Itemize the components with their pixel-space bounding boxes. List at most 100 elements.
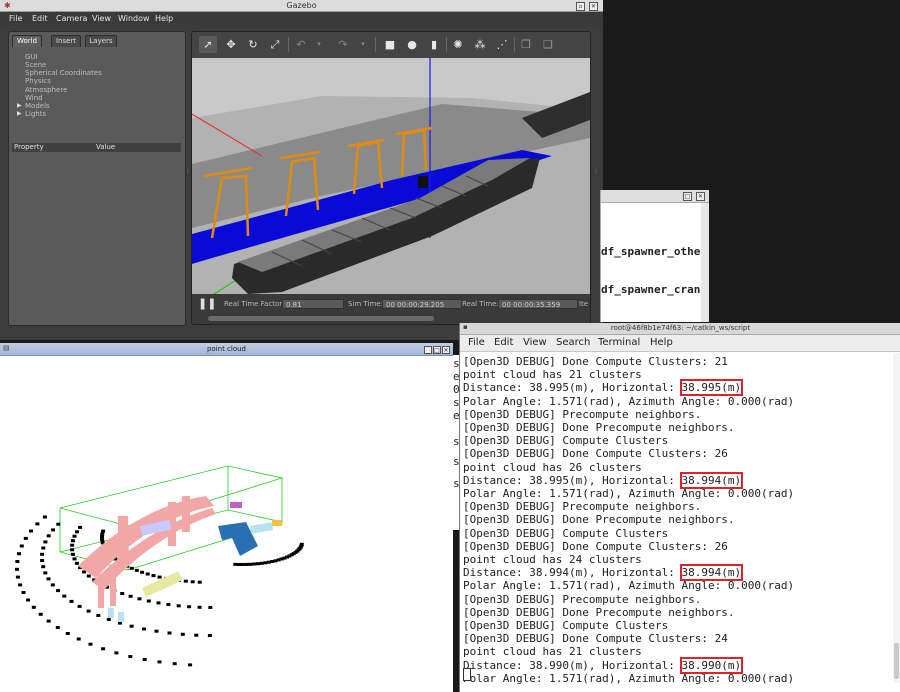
- simulation-scene[interactable]: [192, 58, 590, 294]
- tree-item-spherical-coordinates[interactable]: Spherical Coordinates: [25, 69, 102, 77]
- terminal-line-text: Distance: 38.995(m), Horizontal:: [463, 473, 682, 487]
- tab-world[interactable]: World: [12, 35, 42, 47]
- box-shape-icon[interactable]: ■: [381, 36, 399, 53]
- terminal-line: point cloud has 26 clusters: [463, 461, 642, 474]
- undo-dropdown-icon[interactable]: ▾: [310, 36, 328, 53]
- menu-view[interactable]: View: [523, 335, 547, 351]
- tab-layers[interactable]: Layers: [85, 35, 117, 47]
- menu-help[interactable]: Help: [155, 12, 173, 26]
- spot-light-icon[interactable]: ⁂: [471, 36, 489, 53]
- editor-scrollbar[interactable]: [701, 203, 709, 322]
- lidar-point: [252, 562, 257, 566]
- translate-mode-icon[interactable]: ✥: [222, 36, 240, 53]
- terminal-line: [Open3D DEBUG] Precompute neighbors.: [463, 593, 701, 606]
- real-time-label: Real Time:: [462, 300, 499, 308]
- purple-cluster: [230, 502, 242, 508]
- lidar-point: [263, 561, 268, 565]
- paste-icon[interactable]: ❏: [539, 36, 557, 53]
- terminal-window: ▪ root@46f8b1e74f63: ~/catkin_ws/script …: [459, 323, 900, 692]
- lidar-point: [96, 614, 101, 617]
- viewport-scrollbar[interactable]: [208, 316, 434, 321]
- terminal-line-text: Polar Angle: 1.571(rad), Azimuth Angle: …: [463, 671, 795, 685]
- directional-light-icon[interactable]: ⋰: [493, 36, 511, 53]
- lidar-point: [256, 562, 261, 566]
- lidar-point: [17, 552, 21, 556]
- menu-file[interactable]: File: [468, 335, 485, 351]
- redo-icon[interactable]: ↷: [334, 36, 352, 53]
- sphere-shape-icon[interactable]: ●: [403, 36, 421, 53]
- redo-dropdown-icon[interactable]: ▾: [354, 36, 372, 53]
- editor-close-button[interactable]: ✕: [696, 192, 705, 201]
- close-button[interactable]: ✕: [589, 2, 598, 11]
- menu-camera[interactable]: Camera: [56, 12, 87, 26]
- terminal-title-bar[interactable]: ▪ root@46f8b1e74f63: ~/catkin_ws/script: [460, 323, 900, 335]
- tree-item-wind[interactable]: Wind: [25, 94, 43, 102]
- tab-insert[interactable]: Insert: [51, 35, 81, 47]
- tree-item-models[interactable]: Models: [25, 102, 50, 110]
- scale-mode-icon[interactable]: ⤢: [266, 36, 284, 53]
- menu-terminal[interactable]: Terminal: [598, 335, 640, 351]
- rotate-mode-icon[interactable]: ↻: [244, 36, 262, 53]
- editor-maximize-button[interactable]: □: [683, 192, 692, 201]
- editor-window[interactable]: □ ✕ df_spawner_other df_spawner_crane: [600, 190, 709, 322]
- lidar-point: [43, 571, 48, 575]
- menu-view[interactable]: View: [92, 12, 111, 26]
- terminal-output[interactable]: [Open3D DEBUG] Done Compute Clusters: 21…: [463, 353, 893, 685]
- scrollbar-thumb[interactable]: [894, 643, 899, 679]
- property-column-label: Property: [14, 143, 44, 151]
- real-time-factor-label: Real Time Factor:: [224, 300, 285, 308]
- lidar-point: [18, 583, 23, 587]
- copy-icon[interactable]: ❐: [517, 36, 535, 53]
- lidar-point: [56, 589, 61, 593]
- menu-file[interactable]: File: [9, 12, 22, 26]
- terminal-line: [Open3D DEBUG] Done Precompute neighbors…: [463, 513, 735, 526]
- value-column-label: Value: [96, 143, 116, 151]
- editor-line: df_spawner_crane: [601, 283, 707, 296]
- tree-item-atmosphere[interactable]: Atmosphere: [25, 86, 67, 94]
- minimize-button[interactable]: _: [424, 346, 432, 354]
- point-cloud-title-bar[interactable]: ▤ point cloud _ □ ✕: [0, 343, 453, 356]
- cylinder-shape-icon[interactable]: ▮: [425, 36, 443, 53]
- point-cloud-view[interactable]: [0, 356, 453, 692]
- expand-models-icon[interactable]: ▶: [17, 102, 22, 109]
- close-button[interactable]: ✕: [442, 346, 450, 354]
- menu-edit[interactable]: Edit: [494, 335, 513, 351]
- horizontal-distance-highlight: 38.995(m): [679, 379, 744, 397]
- maximize-button[interactable]: □: [433, 346, 441, 354]
- lidar-point: [117, 621, 122, 625]
- undo-icon[interactable]: ↶: [292, 36, 310, 53]
- terminal-line: [Open3D DEBUG] Compute Clusters: [463, 619, 668, 632]
- toolbar-divider: [288, 37, 289, 52]
- menu-search[interactable]: Search: [556, 335, 590, 351]
- editor-title-bar[interactable]: □ ✕: [601, 190, 709, 203]
- lidar-point: [208, 606, 213, 609]
- menu-edit[interactable]: Edit: [32, 12, 48, 26]
- terminal-line: [Open3D DEBUG] Precompute neighbors.: [463, 500, 701, 513]
- maximize-button[interactable]: ▫: [576, 2, 585, 11]
- terminal-scrollbar[interactable]: [893, 353, 900, 683]
- select-mode-icon[interactable]: ➚: [199, 36, 217, 53]
- tree-item-gui[interactable]: GUI: [25, 53, 38, 61]
- pause-icon[interactable]: ❚❚: [198, 297, 216, 311]
- tree-item-lights[interactable]: Lights: [25, 110, 46, 118]
- right-splitter-handle[interactable]: ⋮: [593, 169, 599, 182]
- terminal-line-text: [Open3D DEBUG] Done Compute Clusters: 26: [463, 447, 728, 461]
- point-light-icon[interactable]: ✺: [449, 36, 467, 53]
- lidar-point: [41, 546, 46, 550]
- menu-window[interactable]: Window: [118, 12, 150, 26]
- 3d-viewport[interactable]: ➚ ✥ ↻ ⤢ ↶ ▾ ↷ ▾ ■ ● ▮ ✺ ⁂ ⋰ ❐ ❏ ❚❚ Real …: [191, 31, 591, 325]
- tree-item-scene[interactable]: Scene: [25, 61, 46, 69]
- lidar-point: [128, 655, 133, 658]
- terminal-line: [Open3D DEBUG] Done Compute Clusters: 21: [463, 355, 728, 368]
- lidar-point: [62, 594, 67, 598]
- gazebo-title-bar[interactable]: ✱ Gazebo ▫ ✕: [0, 0, 603, 12]
- terminal-menu-bar: File Edit View Search Terminal Help: [460, 335, 900, 352]
- tree-item-physics[interactable]: Physics: [25, 77, 51, 85]
- menu-help[interactable]: Help: [650, 335, 673, 351]
- expand-lights-icon[interactable]: ▶: [17, 110, 22, 117]
- splitter-handle[interactable]: ⋮: [185, 169, 191, 182]
- terminal-line-text: [Open3D DEBUG] Precompute neighbors.: [463, 407, 702, 421]
- toolbar-divider: [514, 37, 515, 52]
- terminal-line: [Open3D DEBUG] Done Compute Clusters: 24: [463, 632, 728, 645]
- lidar-point: [70, 548, 75, 552]
